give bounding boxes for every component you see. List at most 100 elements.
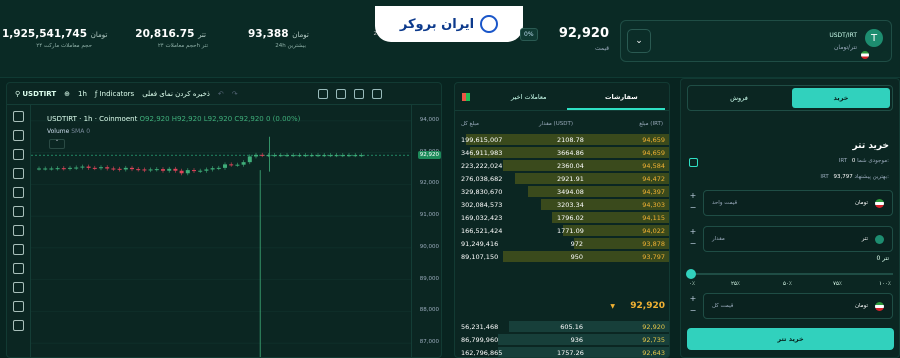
ask-qty: 2108.78: [557, 136, 584, 144]
symbol-search-button[interactable]: ⚲ USDTIRT: [15, 90, 56, 98]
interval-button[interactable]: 1h: [78, 90, 87, 98]
ask-price: 93,797: [642, 253, 665, 261]
quantity-currency: تتر: [861, 236, 868, 242]
ask-row[interactable]: 166,521,424 1771.09 94,022: [455, 225, 669, 237]
ask-row[interactable]: 276,038,682 2921.91 94,472: [455, 173, 669, 185]
arrow-icon: ▼: [610, 303, 615, 310]
stat-value: 93,388: [248, 28, 289, 40]
stat-usdt-volume: 20,816.75 تتر حجم معاملات ۲۴h تتر: [130, 28, 208, 49]
bid-row[interactable]: 56,231,468 605.16 92,920: [455, 321, 669, 333]
tab-orders[interactable]: سفارشات: [605, 93, 638, 101]
emoji-icon[interactable]: [13, 244, 24, 255]
chevron-down-icon[interactable]: ⌄: [627, 29, 651, 53]
save-layout-button[interactable]: ذخیره کردن نمای فعلی: [142, 90, 210, 98]
ask-total: 199,615,007: [461, 136, 503, 144]
slider-label-50[interactable]: ۵۰٪: [783, 281, 792, 287]
quantity-field[interactable]: مقدار تتر: [703, 226, 893, 252]
balance: IRT 0 موجودی شما:: [839, 158, 889, 164]
redo-icon[interactable]: ↷: [232, 90, 238, 98]
layout-switch-icon[interactable]: [462, 93, 470, 101]
ask-qty: 972: [570, 240, 583, 248]
ruler-icon[interactable]: [13, 263, 24, 274]
undo-icon[interactable]: ↶: [218, 90, 224, 98]
fib-icon[interactable]: [13, 149, 24, 160]
bid-row[interactable]: 162,796,865 1757.26 92,643: [455, 347, 669, 357]
price-stepper[interactable]: + −: [687, 190, 699, 216]
pair-selector[interactable]: ⌄ USDT/IRT تتر/تومان T: [620, 20, 892, 62]
chart-ohlc: O92,920 H92,920 L92,920 C92,920 0 (0.00%…: [139, 115, 301, 123]
indicators-label: Indicators: [99, 89, 135, 98]
best-label: بهترین پیشنهاد:: [854, 174, 889, 180]
iran-flag-icon: [875, 302, 884, 311]
slider-label-100[interactable]: ۱۰۰٪: [879, 281, 891, 287]
volume-label: Volume SMA 0: [47, 128, 90, 135]
candle: [179, 170, 184, 174]
ask-row[interactable]: 169,032,423 1796.02 94,115: [455, 212, 669, 224]
ask-total: 166,521,424: [461, 227, 503, 235]
zoom-in-icon[interactable]: [13, 282, 24, 293]
ask-qty: 3203.34: [557, 201, 584, 209]
candle: [99, 167, 103, 169]
ask-total: 223,222,024: [461, 162, 503, 170]
bid-row[interactable]: 86,799,960 936 92,735: [455, 334, 669, 346]
candle: [68, 167, 72, 169]
camera-settings-icon[interactable]: [317, 88, 328, 99]
amount-readout: 0 تتر: [876, 255, 889, 262]
ask-row[interactable]: 302,084,573 3203.34 94,303: [455, 199, 669, 211]
crosshair-icon[interactable]: [13, 111, 24, 122]
chart-title-text: USDTIRT · 1h · Coinmoent: [47, 115, 138, 123]
current-price-tag: 92,920: [417, 151, 441, 160]
brand-logo[interactable]: ایران بروکر: [375, 6, 523, 42]
ask-row[interactable]: 199,615,007 2108.78 94,659: [455, 134, 669, 146]
ask-row[interactable]: 91,249,416 972 93,878: [455, 238, 669, 250]
trendline-icon[interactable]: [13, 130, 24, 141]
ask-row[interactable]: 89,107,150 950 93,797: [455, 251, 669, 263]
candle: [192, 170, 196, 172]
projection-icon[interactable]: [13, 187, 24, 198]
total-currency: تومان: [854, 303, 868, 309]
slider-handle[interactable]: [686, 269, 696, 279]
trade-title: خرید تتر: [852, 141, 889, 151]
wallet-icon[interactable]: [689, 158, 698, 167]
total-placeholder: قیمت کل: [712, 303, 734, 309]
unit-price-field[interactable]: قیمت واحد تومان: [703, 190, 893, 216]
ask-qty: 1771.09: [557, 227, 584, 235]
percent-slider[interactable]: [691, 273, 893, 275]
tab-sell[interactable]: فروش: [690, 88, 788, 108]
slider-label-75[interactable]: ۷۵٪: [833, 281, 842, 287]
ask-row[interactable]: 223,222,024 2360.04 94,584: [455, 160, 669, 172]
add-compare-icon[interactable]: ⊕: [64, 90, 70, 98]
last-price-value: 92,920: [558, 26, 609, 41]
fullscreen-icon[interactable]: [353, 88, 364, 99]
candle: [92, 167, 97, 169]
ask-row[interactable]: 346,911,983 3664.86 94,659: [455, 147, 669, 159]
candle: [334, 155, 339, 157]
y-tick-label: 94,000: [419, 116, 439, 123]
gear-icon[interactable]: [335, 88, 346, 99]
brush-icon[interactable]: [13, 206, 24, 217]
lock-icon[interactable]: [13, 320, 24, 331]
indicators-button[interactable]: ƒ Indicators: [95, 90, 134, 98]
magnet-icon[interactable]: [13, 301, 24, 312]
total-field[interactable]: قیمت کل تومان: [703, 293, 893, 319]
candle: [148, 169, 153, 171]
tab-recent-trades[interactable]: معاملات اخیر: [511, 93, 547, 101]
snapshot-icon[interactable]: [371, 88, 382, 99]
candle: [86, 166, 91, 168]
pattern-icon[interactable]: [13, 168, 24, 179]
y-tick-label: 87,000: [419, 339, 439, 346]
collapse-button[interactable]: ˆ: [49, 139, 65, 149]
ask-qty: 2360.04: [557, 162, 584, 170]
candle: [105, 167, 110, 169]
candle: [123, 167, 128, 170]
candle: [216, 167, 221, 169]
tab-buy[interactable]: خرید: [792, 88, 890, 108]
candlestick-plot[interactable]: [31, 105, 411, 358]
ask-row[interactable]: 329,830,670 3494.08 94,397: [455, 186, 669, 198]
total-stepper[interactable]: + −: [687, 293, 699, 319]
buy-submit-button[interactable]: خرید تتر: [687, 328, 894, 350]
qty-stepper[interactable]: + −: [687, 226, 699, 252]
text-icon[interactable]: [13, 225, 24, 236]
slider-label-25[interactable]: ۲۵٪: [731, 281, 740, 287]
slider-label-0[interactable]: ۰٪: [689, 281, 695, 287]
